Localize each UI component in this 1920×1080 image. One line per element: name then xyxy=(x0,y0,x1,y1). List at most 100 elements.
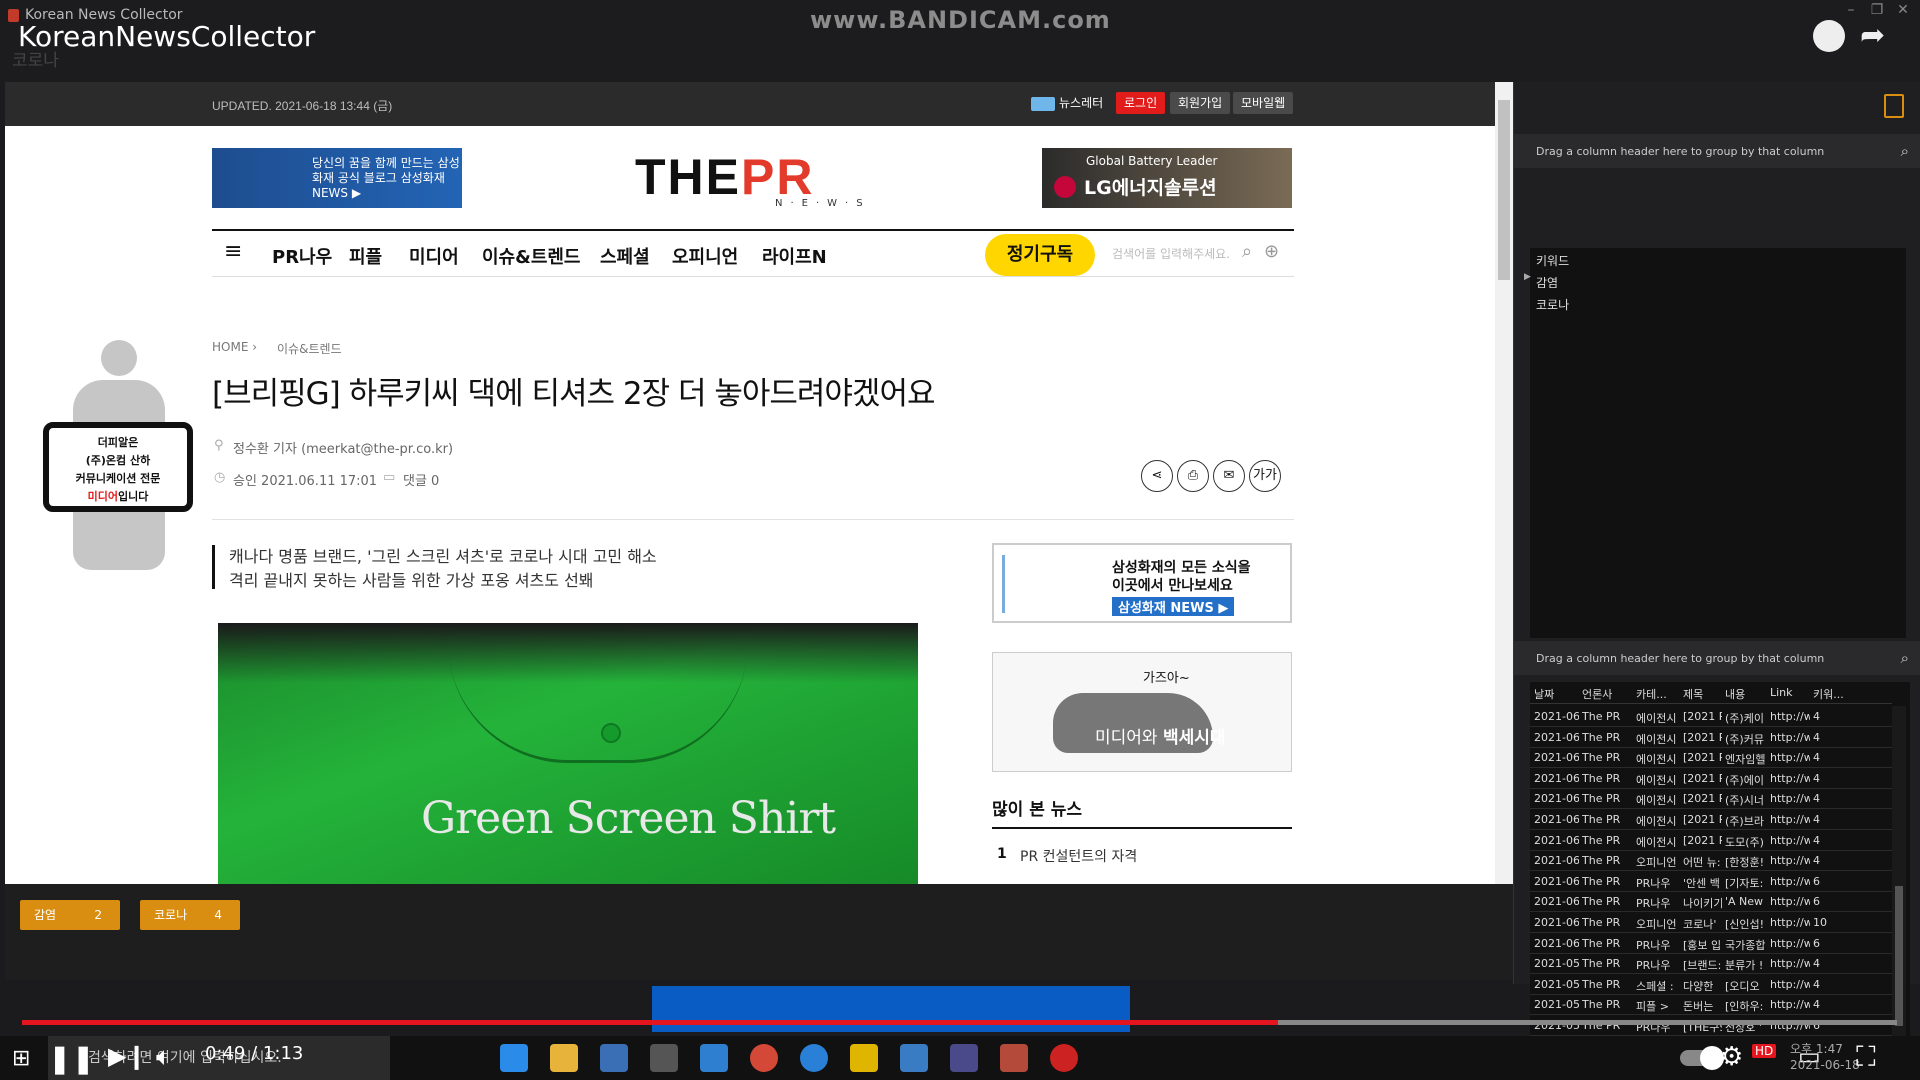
keyword-row[interactable]: 감염 xyxy=(1536,274,1558,291)
news-cell[interactable]: [2021 PI xyxy=(1683,710,1722,723)
news-cell[interactable]: 10 xyxy=(1813,916,1867,929)
news-cell[interactable]: [2021 PI xyxy=(1683,731,1722,744)
news-cell[interactable]: 국가종합 xyxy=(1725,937,1767,953)
news-cell[interactable]: [한정훈! xyxy=(1725,854,1767,870)
news-cell[interactable]: 에이전시 xyxy=(1636,751,1680,767)
news-cell[interactable]: '안센 백 xyxy=(1683,875,1722,891)
news-cell[interactable]: The PR xyxy=(1582,895,1633,908)
news-cell[interactable]: http://w xyxy=(1770,978,1810,991)
news-cell[interactable]: 4 xyxy=(1813,751,1867,764)
news-cell[interactable]: The PR xyxy=(1582,916,1633,929)
news-cell[interactable]: 어떤 뉴: xyxy=(1683,854,1722,870)
minimize-icon[interactable]: – xyxy=(1840,2,1862,22)
news-cell[interactable]: http://w xyxy=(1770,937,1810,950)
news-cell[interactable]: 4 xyxy=(1813,813,1867,826)
news-cell[interactable]: [인하우: xyxy=(1725,998,1767,1014)
news-cell[interactable]: http://w xyxy=(1770,813,1810,826)
record-icon[interactable] xyxy=(1050,1044,1078,1072)
browser-scrollbar[interactable] xyxy=(1495,82,1513,884)
comment-count[interactable]: 댓글 0 xyxy=(403,470,439,489)
news-row[interactable]: 2021-06 The PR 오피니언 어떤 뉴: [한정훈! http://w 4 xyxy=(1530,850,1892,872)
news-cell[interactable]: 에이전시 xyxy=(1636,710,1680,726)
news-row[interactable]: 2021-06The PR에이전시[2021 PI(주)에이http://w4 xyxy=(1530,768,1892,789)
news-cell[interactable]: 에이전시 xyxy=(1636,792,1680,808)
share-icon[interactable]: ➦ xyxy=(1860,18,1894,53)
news-cell[interactable]: 2021-06 xyxy=(1534,937,1579,950)
news-cell[interactable]: 2021-06 xyxy=(1534,731,1579,744)
site-logo[interactable]: THEPR N·E·W·S xyxy=(625,148,885,209)
login-button[interactable]: 로그인 xyxy=(1116,92,1166,114)
news-cell[interactable]: PR나우 xyxy=(1636,895,1680,911)
news-row[interactable]: 2021-05 The PR PR나우 [브랜드: 분류가 ! http://w 4 xyxy=(1530,953,1892,975)
scrollbar-thumb[interactable] xyxy=(1895,886,1903,1026)
news-row[interactable]: 2021-06The PR에이전시[2021 PI도모(주)http://w4 xyxy=(1530,830,1892,851)
folder-icon[interactable] xyxy=(550,1044,578,1072)
search-icon[interactable]: ⌕ xyxy=(1901,142,1909,160)
search-icon[interactable]: ⌕ xyxy=(1242,241,1252,262)
news-cell[interactable]: 2021-05 xyxy=(1534,957,1579,970)
news-cell[interactable]: The PR xyxy=(1582,710,1633,723)
menu-icon[interactable]: ≡ xyxy=(224,239,242,264)
news-cell[interactable]: 2021-06 xyxy=(1534,854,1579,867)
news-cell[interactable]: http://w xyxy=(1770,916,1810,929)
group-by-area[interactable]: Drag a column header here to group by th… xyxy=(1514,641,1920,675)
column-header[interactable]: 날짜 xyxy=(1534,686,1554,702)
news-cell[interactable]: 2021-06 xyxy=(1534,792,1579,805)
popular-news-item[interactable]: PR 컨설턴트의 자격 xyxy=(1020,846,1137,866)
news-cell[interactable]: 2021-06 xyxy=(1534,813,1579,826)
news-cell[interactable]: 4 xyxy=(1813,854,1867,867)
news-row[interactable]: 2021-06The PR에이전시[2021 PI(주)시너http://w4 xyxy=(1530,788,1892,810)
news-cell[interactable]: The PR xyxy=(1582,813,1633,826)
news-cell[interactable]: [기자토: xyxy=(1725,875,1767,891)
news-cell[interactable]: (주)시너 xyxy=(1725,792,1767,808)
news-cell[interactable]: 오피니언 xyxy=(1636,916,1680,932)
nav-item-special[interactable]: 스페셜 xyxy=(600,243,650,269)
watch-later-icon[interactable] xyxy=(1813,20,1845,52)
steam-icon[interactable] xyxy=(600,1044,628,1072)
news-cell[interactable]: The PR xyxy=(1582,937,1633,950)
news-cell[interactable]: (주)커뮤 xyxy=(1725,731,1767,747)
news-cell[interactable]: The PR xyxy=(1582,875,1633,888)
plus-circle-icon[interactable]: ⊕ xyxy=(1264,241,1279,262)
news-cell[interactable]: [오디오 xyxy=(1725,978,1767,994)
news-row[interactable]: 2021-06 The PR 오피니언 코로나' [신인섭! http://w 10 xyxy=(1530,912,1892,933)
nav-item-media[interactable]: 미디어 xyxy=(409,243,459,269)
news-cell[interactable]: 2021-06 xyxy=(1534,875,1579,888)
news-cell[interactable]: 2021-05 xyxy=(1534,998,1579,1011)
news-cell[interactable]: http://w xyxy=(1770,751,1810,764)
news-cell[interactable]: The PR xyxy=(1582,772,1633,785)
news-cell[interactable]: http://w xyxy=(1770,998,1810,1011)
news-cell[interactable]: PR나우 xyxy=(1636,937,1680,953)
news-cell[interactable]: PR나우 xyxy=(1636,957,1680,973)
column-header[interactable]: Link xyxy=(1770,686,1793,699)
news-cell[interactable]: The PR xyxy=(1582,978,1633,991)
news-cell[interactable]: 2021-05 xyxy=(1534,978,1579,991)
news-cell[interactable]: The PR xyxy=(1582,751,1633,764)
news-cell[interactable]: (주)에이 xyxy=(1725,772,1767,788)
column-header[interactable]: 제목 xyxy=(1683,686,1703,702)
side-promo[interactable]: 더피알은 (주)온컴 산하 커뮤니케이션 전문 미디어입니다 xyxy=(43,340,198,570)
news-cell[interactable]: [신인섭! xyxy=(1725,916,1767,932)
news-cell[interactable]: 4 xyxy=(1813,731,1867,744)
ie-icon[interactable] xyxy=(800,1044,828,1072)
news-row[interactable]: 2021-05The PRPR나우[THE구$전장호 'http://w6 xyxy=(1530,1015,1892,1036)
news-cell[interactable]: 4 xyxy=(1813,772,1867,785)
scrollbar-thumb[interactable] xyxy=(1498,100,1510,280)
news-cell[interactable]: 6 xyxy=(1813,875,1867,888)
visual-studio-icon[interactable] xyxy=(950,1044,978,1072)
subscribe-button[interactable]: 정기구독 xyxy=(985,234,1095,276)
lg-ad-banner[interactable]: Global Battery Leader LG에너지솔루션 xyxy=(1042,148,1292,208)
news-cell[interactable]: The PR xyxy=(1582,998,1633,1011)
samsung-news-ad[interactable]: 삼성화재의 모든 소식을 이곳에서 만나보세요 삼성화재 NEWS ▶ xyxy=(992,543,1292,623)
volume-icon[interactable]: 🔈︎ xyxy=(156,1042,172,1073)
grid-scrollbar[interactable] xyxy=(1892,706,1906,1064)
column-header[interactable]: 내용 xyxy=(1725,686,1745,702)
news-cell[interactable]: The PR xyxy=(1582,731,1633,744)
news-row[interactable]: 2021-06The PR에이전시[2021 PI(주)케이http://w4 xyxy=(1530,706,1892,727)
column-header[interactable]: 언론사 xyxy=(1582,686,1612,702)
news-cell[interactable]: 4 xyxy=(1813,957,1867,970)
join-button[interactable]: 회원가입 xyxy=(1170,92,1231,114)
news-cell[interactable]: 4 xyxy=(1813,792,1867,805)
keyword-chip[interactable]: 감염 2 xyxy=(20,900,120,930)
group-by-area[interactable]: Drag a column header here to group by th… xyxy=(1514,134,1920,168)
